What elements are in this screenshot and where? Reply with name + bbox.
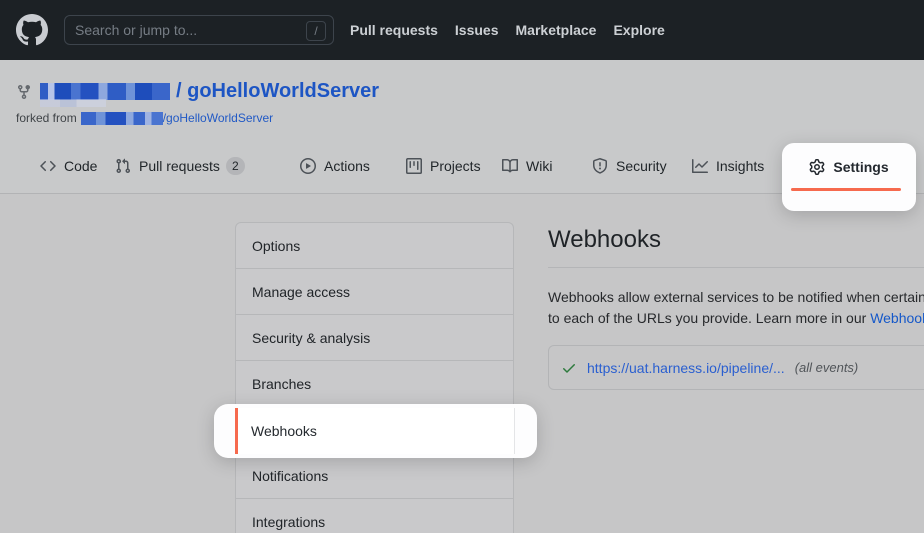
forked-owner-redacted (81, 112, 163, 125)
description-line2-text: to each of the URLs you provide. Learn m… (548, 310, 870, 326)
sidebar-item-manage-access[interactable]: Manage access (236, 269, 513, 315)
nav-explore[interactable]: Explore (613, 22, 664, 38)
sidebar-item-webhooks[interactable]: Webhooks (235, 408, 514, 454)
page-title: Webhooks (548, 226, 661, 254)
page: / Pull requests Issues Marketplace Explo… (0, 0, 924, 533)
tab-insights[interactable]: Insights (692, 148, 764, 184)
description-line2: to each of the URLs you provide. Learn m… (548, 308, 924, 329)
webhooks-description: Webhooks allow external services to be n… (548, 287, 924, 329)
repo-forked-icon (16, 84, 32, 100)
check-icon (561, 360, 577, 376)
nav-issues[interactable]: Issues (455, 22, 499, 38)
webhooks-spotlight: Webhooks (214, 404, 537, 458)
repo-name-text: / goHelloWorldServer (176, 80, 379, 102)
gear-icon (809, 159, 825, 175)
title-divider (548, 267, 924, 268)
repo-name-link[interactable]: / goHelloWorldServer (176, 80, 379, 103)
tab-label: Wiki (526, 158, 552, 174)
tab-code[interactable]: Code (40, 148, 97, 184)
tab-label: Insights (716, 158, 764, 174)
description-line1: Webhooks allow external services to be n… (548, 287, 924, 308)
tab-label: Settings (833, 159, 888, 175)
book-icon (502, 158, 518, 174)
tab-projects[interactable]: Projects (406, 148, 481, 184)
top-header: / Pull requests Issues Marketplace Explo… (0, 0, 924, 60)
sidebar-item-branches[interactable]: Branches (236, 361, 513, 407)
sidebar-item-security-analysis[interactable]: Security & analysis (236, 315, 513, 361)
sidebar-item-options[interactable]: Options (236, 223, 513, 269)
project-board-icon (406, 158, 422, 174)
nav-marketplace[interactable]: Marketplace (516, 22, 597, 38)
search-box: / (64, 15, 334, 45)
sidebar-item-notifications[interactable]: Notifications (236, 453, 513, 499)
webhooks-guide-link[interactable]: Webhooks Guide. (870, 310, 924, 326)
settings-sidebar: Options Manage access Security & analysi… (235, 222, 514, 533)
forked-from-row: forked from /goHelloWorldServer (16, 111, 273, 125)
tab-label: Code (64, 158, 97, 174)
sidebar-item-integrations[interactable]: Integrations (236, 499, 513, 533)
tab-actions[interactable]: Actions (300, 148, 370, 184)
tab-label: Pull requests (139, 158, 220, 174)
shield-icon (592, 158, 608, 174)
pull-request-icon (115, 158, 131, 174)
repo-owner-redacted (40, 83, 170, 100)
selected-tab-underline (791, 188, 901, 191)
github-logo-icon[interactable] (16, 14, 48, 46)
repo-owner-redacted-sub (40, 99, 106, 107)
tab-label: Actions (324, 158, 370, 174)
nav-pull-requests[interactable]: Pull requests (350, 22, 438, 38)
forked-from-repo-link[interactable]: /goHelloWorldServer (163, 111, 274, 125)
settings-spotlight: Settings (782, 143, 916, 211)
tab-security[interactable]: Security (592, 148, 667, 184)
tab-label: Security (616, 158, 667, 174)
pull-requests-count-badge: 2 (226, 157, 245, 175)
tab-label: Projects (430, 158, 481, 174)
graph-icon (692, 158, 708, 174)
forked-from-label: forked from (16, 111, 77, 125)
webhook-events-label: (all events) (795, 360, 859, 375)
code-icon (40, 158, 56, 174)
play-circle-icon (300, 158, 316, 174)
tab-wiki[interactable]: Wiki (502, 148, 552, 184)
sidebar-item-label: Webhooks (238, 423, 317, 439)
webhook-url-link[interactable]: https://uat.harness.io/pipeline/... (587, 360, 785, 376)
tab-settings[interactable]: Settings (782, 155, 916, 179)
search-input[interactable] (75, 16, 290, 44)
top-nav: Pull requests Issues Marketplace Explore (350, 0, 665, 60)
slash-key-hint: / (306, 21, 326, 41)
webhook-list-item: https://uat.harness.io/pipeline/... (all… (548, 345, 924, 390)
tab-pull-requests[interactable]: Pull requests 2 (115, 148, 245, 184)
